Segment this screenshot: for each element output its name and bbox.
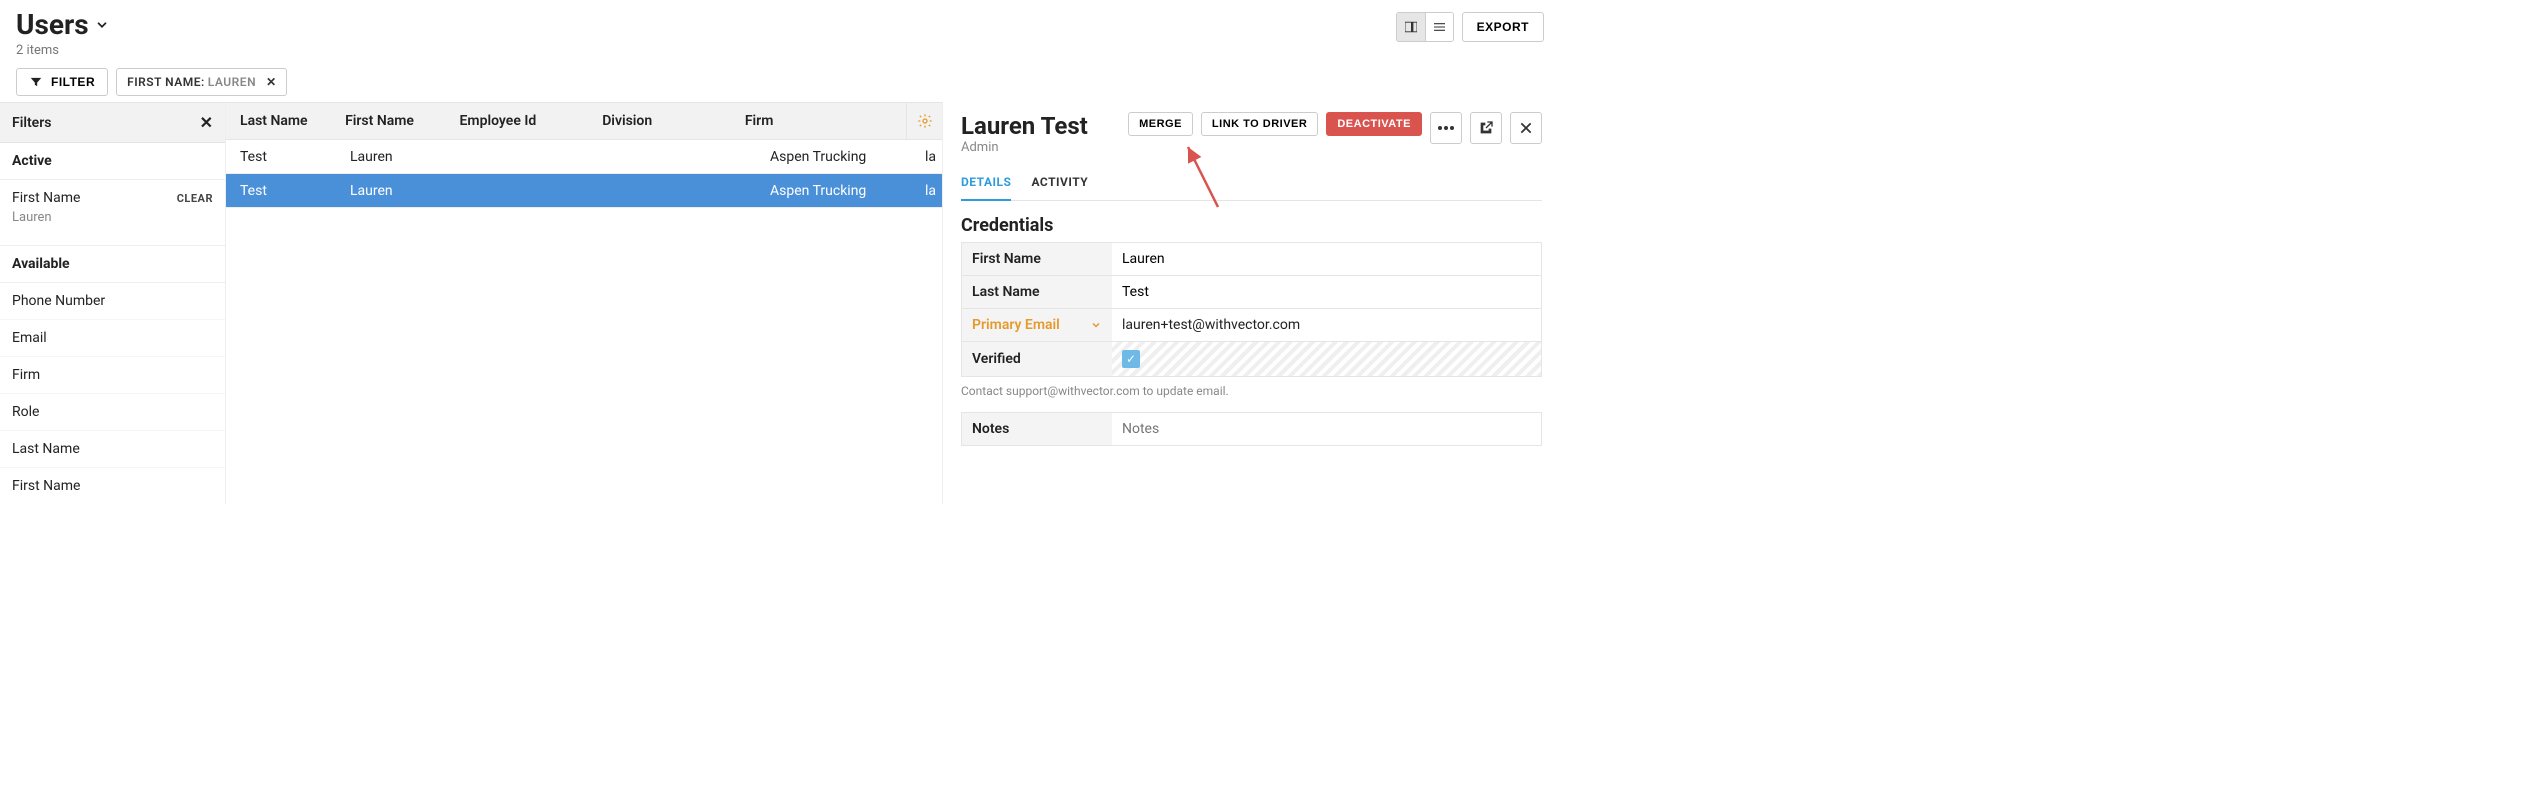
cell-employee-id (456, 149, 606, 165)
detail-title: Lauren Test (961, 112, 1088, 140)
clear-filter-button[interactable]: CLEAR (177, 192, 213, 205)
column-header-employee-id[interactable]: Employee Id (446, 103, 589, 139)
cell-overflow: la (911, 175, 939, 207)
close-filters-icon[interactable]: ✕ (200, 113, 213, 132)
available-filter-email[interactable]: Email (0, 320, 225, 357)
cell-division (606, 183, 756, 199)
value-verified: ✓ (1112, 342, 1541, 376)
filters-panel-title: Filters (12, 115, 51, 131)
deactivate-button[interactable]: DEACTIVATE (1326, 112, 1422, 136)
cell-last-name: Test (226, 141, 336, 173)
available-filter-phone-number[interactable]: Phone Number (0, 283, 225, 320)
label-verified: Verified (962, 342, 1112, 376)
dots-icon (1438, 126, 1454, 130)
link-to-driver-button[interactable]: LINK TO DRIVER (1201, 112, 1318, 136)
active-filter-first-name: First Name CLEAR Lauren (0, 180, 225, 235)
page-title[interactable]: Users (16, 8, 109, 41)
tab-details[interactable]: DETAILS (961, 169, 1011, 201)
open-external-button[interactable] (1470, 112, 1502, 144)
filter-button-label: FILTER (51, 75, 95, 89)
credentials-heading: Credentials (961, 215, 1542, 236)
tab-activity[interactable]: ACTIVITY (1031, 169, 1088, 200)
available-filters-heading: Available (0, 245, 225, 283)
gear-icon (917, 113, 933, 129)
label-primary-email-text: Primary Email (972, 317, 1060, 333)
available-filter-firm[interactable]: Firm (0, 357, 225, 394)
merge-button[interactable]: MERGE (1128, 112, 1193, 136)
available-filter-first-name[interactable]: First Name (0, 468, 225, 504)
table-row[interactable]: Test Lauren Aspen Trucking la (226, 140, 942, 174)
view-toggle (1396, 12, 1454, 42)
input-last-name[interactable] (1122, 284, 1531, 300)
close-icon (1519, 121, 1533, 135)
detail-subtitle: Admin (961, 140, 1088, 155)
cell-firm: Aspen Trucking (756, 141, 911, 173)
filter-chip-first-name[interactable]: FIRST NAME: LAUREN ✕ (116, 68, 287, 96)
active-filter-value: Lauren (12, 210, 213, 225)
page-title-text: Users (16, 8, 89, 41)
value-primary-email: lauren+test@withvector.com (1112, 309, 1541, 341)
cell-employee-id (456, 183, 606, 199)
available-filter-role[interactable]: Role (0, 394, 225, 431)
active-filter-name: First Name (12, 190, 80, 206)
table-row[interactable]: Test Lauren Aspen Trucking la (226, 174, 942, 208)
split-view-icon (1405, 20, 1417, 34)
filter-icon (29, 75, 43, 89)
active-filters-heading: Active (0, 143, 225, 180)
cell-overflow: la (911, 141, 939, 173)
table-settings-button[interactable] (906, 103, 942, 139)
cell-division (606, 149, 756, 165)
chevron-down-icon (1090, 319, 1102, 331)
input-notes[interactable] (1122, 421, 1531, 437)
list-view-icon (1434, 20, 1445, 34)
list-view-button[interactable] (1425, 13, 1453, 41)
close-detail-button[interactable] (1510, 112, 1542, 144)
chevron-down-icon (95, 18, 109, 32)
export-button[interactable]: EXPORT (1462, 12, 1544, 42)
column-header-first-name[interactable]: First Name (331, 103, 445, 139)
external-link-icon (1478, 120, 1494, 136)
verified-checkbox[interactable]: ✓ (1122, 350, 1140, 368)
column-header-division[interactable]: Division (588, 103, 731, 139)
cell-first-name: Lauren (336, 141, 456, 173)
column-header-firm[interactable]: Firm (731, 103, 878, 139)
label-first-name: First Name (962, 243, 1112, 275)
cell-first-name: Lauren (336, 175, 456, 207)
column-header-last-name[interactable]: Last Name (226, 103, 331, 139)
chip-label: FIRST NAME: (127, 75, 205, 89)
email-hint: Contact support@withvector.com to update… (961, 384, 1542, 398)
chip-value: LAUREN (208, 75, 256, 89)
available-filter-last-name[interactable]: Last Name (0, 431, 225, 468)
user-detail-panel: Lauren Test Admin MERGE LINK TO DRIVER D… (942, 102, 1560, 504)
label-last-name: Last Name (962, 276, 1112, 308)
item-count: 2 items (16, 43, 1396, 58)
users-table: Last Name First Name Employee Id Divisio… (226, 102, 942, 504)
label-notes: Notes (962, 413, 1112, 445)
chip-remove-icon[interactable]: ✕ (266, 75, 276, 89)
column-header-overflow (878, 103, 906, 139)
cell-last-name: Test (226, 175, 336, 207)
more-menu-button[interactable] (1430, 112, 1462, 144)
label-primary-email[interactable]: Primary Email (962, 309, 1112, 341)
filter-button[interactable]: FILTER (16, 68, 108, 96)
cell-firm: Aspen Trucking (756, 175, 911, 207)
input-first-name[interactable] (1122, 251, 1531, 267)
split-view-button[interactable] (1397, 13, 1425, 41)
